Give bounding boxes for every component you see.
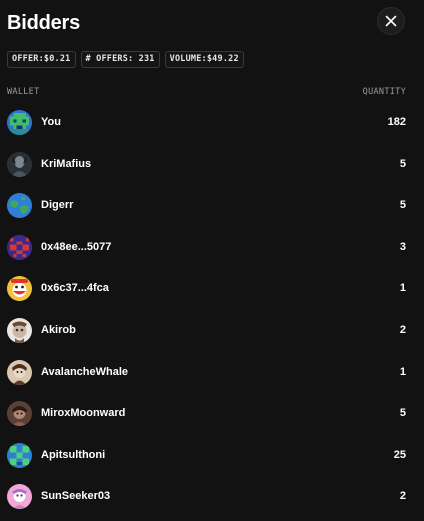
bidder-row[interactable]: SunSeeker03 2: [0, 476, 424, 518]
quantity-column-header: QUANTITY: [362, 87, 406, 97]
bidder-name[interactable]: 0x6c37...4fca: [41, 282, 109, 294]
bidder-row[interactable]: Digerr 5: [0, 185, 424, 227]
bidder-quantity: 1: [399, 365, 406, 378]
bidder-row[interactable]: KriMafius 5: [0, 144, 424, 186]
yellow-red-cartoon-avatar: [7, 276, 32, 302]
close-button[interactable]: [377, 7, 405, 35]
bidder-quantity: 5: [399, 407, 406, 420]
bidder-row[interactable]: MiroxMoonward 5: [0, 393, 424, 435]
white-cartoon-avatar: [7, 317, 32, 343]
brown-character-avatar: [7, 401, 32, 427]
bidder-row[interactable]: AvalancheWhale 1: [0, 352, 424, 394]
bidder-quantity: 1: [399, 282, 406, 295]
bidder-quantity: 182: [387, 116, 406, 128]
bidder-name[interactable]: Apitsulthoni: [41, 449, 105, 461]
bidder-quantity: 5: [399, 199, 406, 212]
panel-title: Bidders: [7, 12, 81, 34]
wallet-column-header: WALLET: [7, 87, 40, 97]
offers-count-stat: # OFFERS: 231: [80, 51, 160, 68]
bidder-row[interactable]: 0x6c37...4fca 1: [0, 268, 424, 310]
bidder-name[interactable]: Akirob: [41, 324, 76, 336]
bidder-name[interactable]: 0x48ee...5077: [41, 241, 111, 253]
bidder-quantity: 3: [399, 240, 406, 253]
bidder-row[interactable]: Akirob 2: [0, 310, 424, 352]
pink-character-avatar: [7, 484, 32, 510]
pixel-purple-red-avatar: [7, 234, 32, 260]
bidder-quantity: 25: [393, 448, 406, 461]
bidders-panel: Bidders OFFER:$0.21 # OFFERS: 231 VOLUME…: [0, 0, 424, 521]
pixel-blue-green-avatar: [7, 442, 32, 468]
bidder-row[interactable]: Apitsulthoni 25: [0, 435, 424, 477]
volume-stat: VOLUME:$49.22: [164, 51, 244, 68]
bidder-name[interactable]: You: [41, 116, 61, 128]
bidder-name[interactable]: KriMafius: [41, 158, 91, 170]
bidder-name[interactable]: SunSeeker03: [41, 490, 110, 502]
close-icon: [385, 15, 397, 27]
stats-bar: OFFER:$0.21 # OFFERS: 231 VOLUME:$49.22: [7, 51, 244, 68]
dark-photo-avatar: [7, 151, 32, 177]
globe-avatar: [7, 193, 32, 219]
bidder-name[interactable]: MiroxMoonward: [41, 407, 125, 419]
bidder-row[interactable]: You 182: [0, 102, 424, 144]
offer-stat: OFFER:$0.21: [7, 51, 76, 68]
bidder-name[interactable]: AvalancheWhale: [41, 366, 128, 378]
pixel-blue-green-avatar: [7, 110, 32, 135]
bidders-list: You 182 KriMafius 5 Digerr 5 0x48ee...50…: [0, 102, 424, 518]
bidder-name[interactable]: Digerr: [41, 199, 73, 211]
beige-character-avatar: [7, 359, 32, 385]
bidder-quantity: 2: [399, 323, 406, 336]
bidder-quantity: 5: [399, 157, 406, 170]
bidder-row[interactable]: 0x48ee...5077 3: [0, 227, 424, 269]
bidder-quantity: 2: [399, 490, 406, 503]
